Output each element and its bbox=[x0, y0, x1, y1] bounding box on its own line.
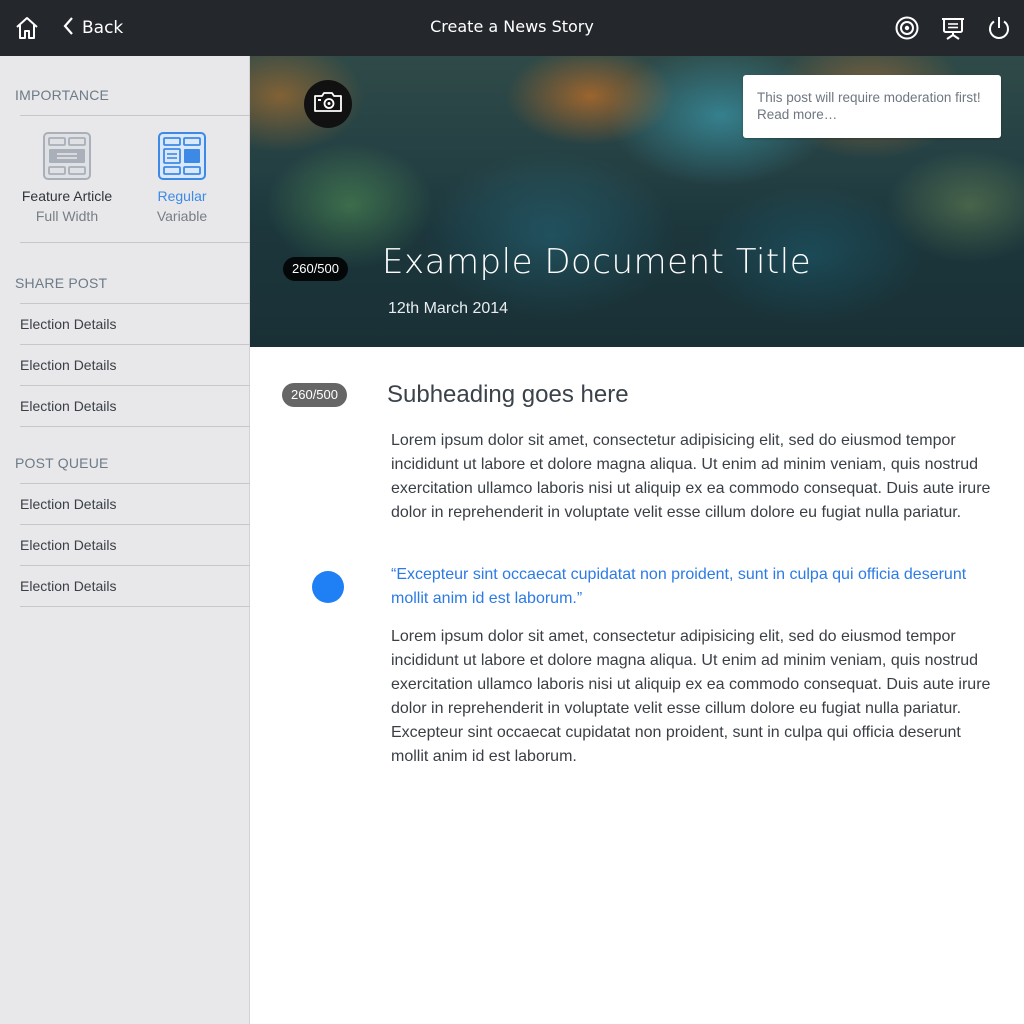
page-title: Create a News Story bbox=[430, 17, 594, 36]
importance-option-feature[interactable]: Feature Article Full Width bbox=[12, 132, 122, 224]
document-date: 12th March 2014 bbox=[388, 300, 509, 317]
subheading[interactable]: Subheading goes here bbox=[387, 381, 629, 409]
importance-option-regular[interactable]: Regular Variable bbox=[127, 132, 237, 224]
top-bar: Back Create a News Story bbox=[0, 0, 1024, 56]
full-width-layout-icon bbox=[43, 132, 91, 180]
power-icon[interactable] bbox=[986, 15, 1012, 41]
divider bbox=[20, 242, 250, 243]
back-button[interactable]: Back bbox=[62, 16, 123, 40]
back-label: Back bbox=[82, 18, 124, 38]
importance-option-label: Regular bbox=[157, 188, 207, 204]
queue-section-title: POST QUEUE bbox=[15, 455, 109, 471]
moderation-notice[interactable]: This post will require moderation first!… bbox=[743, 75, 1001, 138]
pull-quote[interactable]: “Excepteur sint occaecat cupidatat non p… bbox=[391, 563, 996, 611]
importance-option-sub: Full Width bbox=[35, 208, 99, 224]
quote-marker[interactable] bbox=[312, 571, 344, 603]
importance-option-sub: Variable bbox=[156, 208, 208, 224]
importance-option-label: Feature Article bbox=[21, 188, 113, 204]
divider bbox=[20, 426, 250, 427]
share-section-title: SHARE POST bbox=[15, 275, 108, 291]
title-char-counter: 260/500 bbox=[283, 257, 348, 281]
camera-icon bbox=[313, 90, 343, 119]
camera-button[interactable] bbox=[304, 80, 352, 128]
queue-item[interactable]: Election Details bbox=[20, 484, 250, 524]
sidebar: IMPORTANCE Feature Article Full Width Re… bbox=[0, 56, 250, 1024]
hero-image: This post will require moderation first!… bbox=[250, 56, 1024, 347]
divider bbox=[20, 115, 250, 116]
chevron-left-icon bbox=[62, 16, 74, 41]
importance-section-title: IMPORTANCE bbox=[15, 87, 110, 103]
variable-layout-icon bbox=[158, 132, 206, 180]
body-paragraph[interactable]: Lorem ipsum dolor sit amet, consectetur … bbox=[391, 429, 996, 525]
share-item[interactable]: Election Details bbox=[20, 304, 250, 344]
queue-item[interactable]: Election Details bbox=[20, 566, 250, 606]
divider bbox=[20, 606, 250, 607]
share-item[interactable]: Election Details bbox=[20, 345, 250, 385]
document-title[interactable]: Example Document Title bbox=[382, 242, 811, 282]
subheading-char-counter: 260/500 bbox=[282, 383, 347, 407]
home-icon[interactable] bbox=[14, 15, 40, 41]
presentation-icon[interactable] bbox=[940, 15, 966, 41]
queue-item[interactable]: Election Details bbox=[20, 525, 250, 565]
target-icon[interactable] bbox=[894, 15, 920, 41]
share-item[interactable]: Election Details bbox=[20, 386, 250, 426]
body-paragraph[interactable]: Lorem ipsum dolor sit amet, consectetur … bbox=[391, 625, 996, 769]
